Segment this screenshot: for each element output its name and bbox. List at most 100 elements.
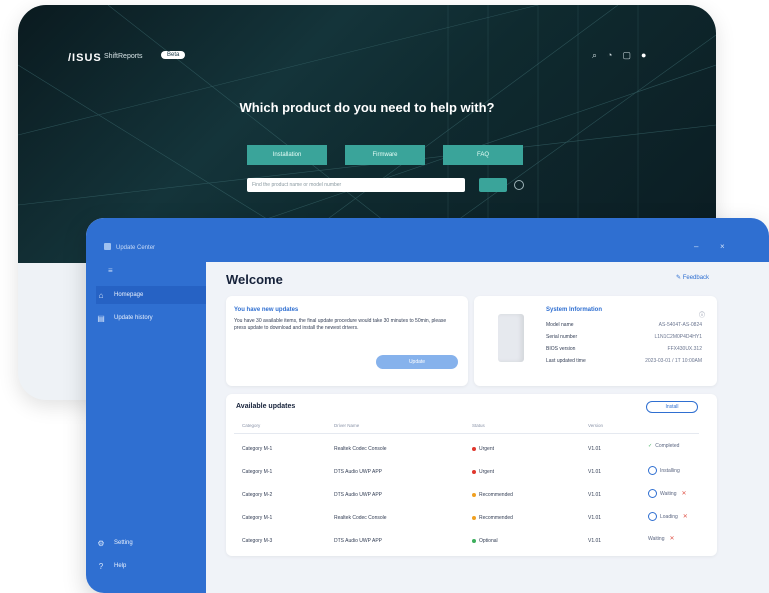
progress-ring-icon	[648, 466, 657, 475]
available-updates-title: Available updates	[236, 403, 296, 410]
close-icon[interactable]: ×	[720, 242, 725, 251]
status-dot-icon	[472, 470, 476, 474]
table-row[interactable]: Category M-3 DTS Audio UWP APP Optional V1.…	[234, 530, 699, 552]
cancel-icon[interactable]: ✕	[670, 535, 675, 542]
action-cell[interactable]: Waiting ✕	[648, 535, 675, 543]
sidebar-item-label: Update history	[114, 315, 153, 321]
history-icon: ▤	[97, 313, 105, 323]
brand-logo[interactable]: /ISUS	[68, 52, 102, 64]
hero-heading: Which product do you need to help with?	[239, 100, 495, 115]
status-cell: Recommended	[472, 515, 513, 521]
tab-firmware[interactable]: Firmware	[345, 145, 425, 165]
system-info-row: Last updated time 2023-03-01 / 1T 10:00A…	[546, 358, 702, 364]
feedback-link[interactable]: ✎ Feedback	[676, 274, 709, 281]
version-cell: V1.01	[588, 469, 602, 475]
category-cell: Category M-1	[242, 469, 273, 475]
device-image	[498, 314, 524, 362]
info-icon[interactable]: ⓘ	[699, 310, 705, 319]
main-content: Welcome ✎ Feedback You have new updates …	[206, 262, 769, 593]
search-button[interactable]	[479, 178, 507, 192]
sidebar-item-setting[interactable]: ⚙ Setting	[96, 534, 206, 552]
update-button[interactable]: Update	[376, 355, 458, 369]
row-label: Last updated time	[546, 358, 586, 364]
status-label: Urgent	[479, 469, 495, 475]
progress-ring-icon	[648, 512, 657, 521]
beta-badge: Beta	[161, 51, 186, 59]
status-label: Recommended	[479, 492, 513, 498]
updates-description: You have 30 available items, the final u…	[234, 318, 447, 331]
install-button[interactable]: Install	[646, 401, 698, 413]
status-label: Optional	[479, 538, 498, 544]
column-header-version[interactable]: Version	[588, 423, 603, 428]
row-value: AS-5404T-AS-0824	[658, 322, 702, 328]
system-info-row: Model name AS-5404T-AS-0824	[546, 322, 702, 328]
version-cell: V1.01	[588, 515, 602, 521]
action-label: Waiting	[660, 490, 677, 497]
notification-icon[interactable]: ◔	[607, 50, 612, 60]
sidebar-item-homepage[interactable]: ⌂ Homepage	[96, 286, 206, 304]
header-icons: ⌕ ◔ ▢ ●	[592, 50, 646, 60]
category-tabs: Installation Firmware FAQ	[247, 145, 523, 165]
cart-icon[interactable]: ▢	[622, 50, 631, 60]
row-label: Model name	[546, 322, 574, 328]
action-cell[interactable]: Waiting ✕	[648, 489, 687, 498]
feedback-label: Feedback	[682, 275, 710, 281]
cancel-icon[interactable]: ✕	[682, 490, 687, 497]
status-dot-icon	[472, 539, 476, 543]
action-cell[interactable]: Installing	[648, 466, 680, 475]
category-cell: Category M-1	[242, 446, 273, 452]
action-cell[interactable]: Loading ✕	[648, 512, 688, 521]
sidebar-item-label: Setting	[114, 540, 133, 546]
app-title: Update Center	[116, 245, 156, 251]
help-circle-icon[interactable]	[514, 180, 524, 190]
table-row[interactable]: Category M-1 Realtek Codec Console Recomme…	[234, 507, 699, 529]
version-cell: V1.01	[588, 492, 602, 498]
help-icon: ?	[98, 561, 104, 571]
status-cell: Recommended	[472, 492, 513, 498]
updates-card: You have new updates You have 30 availab…	[226, 296, 468, 386]
row-value: FFX430UX.312	[667, 346, 702, 352]
action-cell[interactable]: ✓ Completed	[648, 443, 679, 449]
status-dot-icon	[472, 447, 476, 451]
sidebar-item-label: Homepage	[114, 292, 144, 298]
tab-faq[interactable]: FAQ	[443, 145, 523, 165]
column-header-category[interactable]: Category	[242, 423, 260, 428]
version-cell: V1.01	[588, 538, 602, 544]
category-cell: Category M-3	[242, 538, 273, 544]
cancel-icon[interactable]: ✕	[683, 513, 688, 520]
progress-ring-icon	[648, 489, 657, 498]
category-cell: Category M-2	[242, 492, 273, 498]
minimize-icon[interactable]: –	[694, 242, 698, 251]
updates-title: You have new updates	[234, 307, 299, 313]
product-search-input[interactable]: Find the product name or model number	[247, 178, 465, 192]
driver-name-cell: Realtek Codec Console	[334, 515, 387, 521]
table-row[interactable]: Category M-1 DTS Audio UWP APP Urgent V1.01…	[234, 461, 699, 483]
tab-installation[interactable]: Installation	[247, 145, 327, 165]
row-value: L1N1C2M0P4D4HY1	[654, 334, 702, 340]
column-header-driver[interactable]: Driver Name	[334, 423, 359, 428]
column-header-status[interactable]: Status	[472, 423, 485, 428]
status-dot-icon	[472, 516, 476, 520]
table-row[interactable]: Category M-1 Realtek Codec Console Urgent V…	[234, 438, 699, 460]
sidebar-item-help[interactable]: ? Help	[96, 557, 206, 575]
title-bar: Update Center – ×	[86, 218, 769, 262]
feedback-icon: ✎	[676, 275, 682, 281]
sidebar-item-update-history[interactable]: ▤ Update history	[96, 309, 206, 327]
table-row[interactable]: Category M-2 DTS Audio UWP APP Recommended…	[234, 484, 699, 506]
sidebar-item-label: Help	[114, 563, 127, 569]
search-icon[interactable]: ⌕	[592, 50, 597, 60]
row-label: Serial number	[546, 334, 578, 340]
row-value: 2023-03-01 / 1T 10:00AM	[645, 358, 702, 364]
gear-icon: ⚙	[97, 538, 105, 548]
system-info-row: BIOS version FFX430UX.312	[546, 346, 702, 352]
action-label: Loading	[660, 513, 678, 520]
driver-name-cell: DTS Audio UWP APP	[334, 492, 382, 498]
status-cell: Urgent	[472, 469, 494, 475]
account-icon[interactable]: ●	[641, 50, 646, 60]
menu-icon[interactable]: ≡	[108, 266, 113, 275]
available-updates-card: Available updates Install Category Drive…	[226, 394, 717, 556]
version-cell: V1.01	[588, 446, 602, 452]
update-center-window: Update Center – × ≡ ⌂ Homepage ▤ Update …	[86, 218, 769, 593]
status-cell: Urgent	[472, 446, 494, 452]
driver-name-cell: Realtek Codec Console	[334, 446, 387, 452]
